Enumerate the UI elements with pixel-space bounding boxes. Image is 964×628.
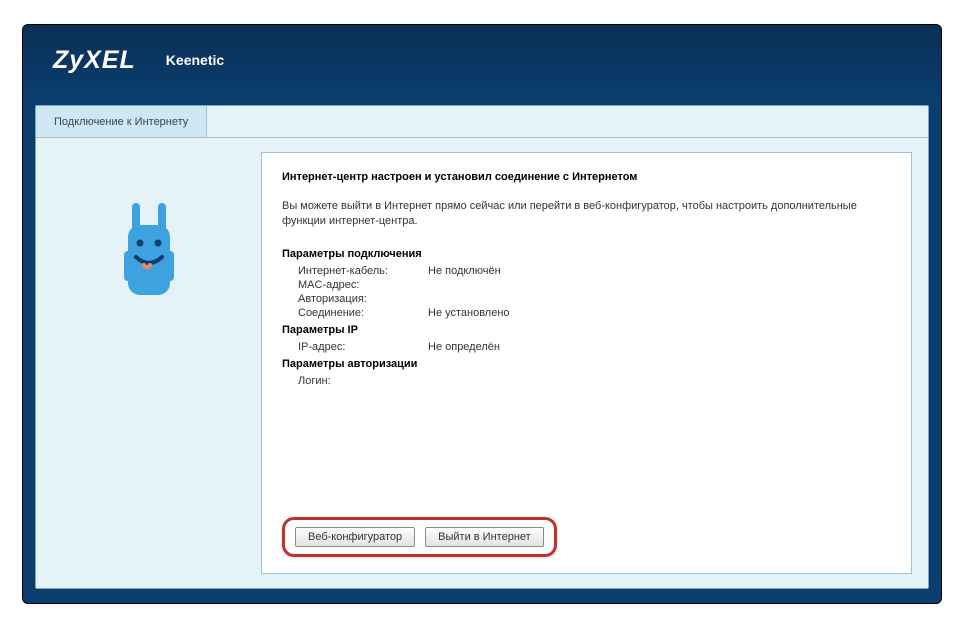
- param-mac-label: MAC-адрес:: [298, 279, 428, 291]
- param-ip: IP-адрес: Не определён: [282, 340, 891, 354]
- header-bar: ZyXEL Keenetic: [23, 25, 941, 95]
- go-internet-button[interactable]: Выйти в Интернет: [425, 527, 544, 547]
- section-connection-title: Параметры подключения: [282, 248, 891, 260]
- tab-internet-connection[interactable]: Подключение к Интернету: [36, 106, 207, 137]
- web-configurator-button[interactable]: Веб-конфигуратор: [295, 527, 415, 547]
- main-row: Интернет-центр настроен и установил соед…: [36, 138, 928, 588]
- tab-row: Подключение к Интернету: [36, 106, 928, 138]
- param-cable-value: Не подключён: [428, 265, 891, 277]
- tab-label: Подключение к Интернету: [54, 116, 188, 128]
- button-row: Веб-конфигуратор Выйти в Интернет: [282, 503, 891, 557]
- main-panel: Подключение к Интернету: [35, 105, 929, 589]
- page-title: Интернет-центр настроен и установил соед…: [282, 171, 891, 183]
- content-panel: Интернет-центр настроен и установил соед…: [261, 152, 912, 574]
- param-link-value: Не установлено: [428, 307, 891, 319]
- param-login-value: [428, 375, 891, 387]
- sidebar: [36, 138, 261, 588]
- brand-logo: ZyXEL: [53, 46, 136, 75]
- section-authp-title: Параметры авторизации: [282, 358, 891, 370]
- param-auth-value: [428, 293, 891, 305]
- product-name: Keenetic: [166, 52, 224, 68]
- param-mac-value: [428, 279, 891, 291]
- intro-text: Вы можете выйти в Интернет прямо сейчас …: [282, 199, 891, 230]
- param-login: Логин:: [282, 374, 891, 388]
- section-ip-title: Параметры IP: [282, 324, 891, 336]
- mascot-icon: [114, 203, 184, 303]
- param-login-label: Логин:: [298, 375, 428, 387]
- param-auth: Авторизация:: [282, 292, 891, 306]
- button-highlight: Веб-конфигуратор Выйти в Интернет: [282, 517, 557, 557]
- param-ip-label: IP-адрес:: [298, 341, 428, 353]
- app-window: ZyXEL Keenetic Подключение к Интернету: [22, 24, 942, 604]
- param-auth-label: Авторизация:: [298, 293, 428, 305]
- param-link-label: Соединение:: [298, 307, 428, 319]
- param-link: Соединение: Не установлено: [282, 306, 891, 320]
- param-cable-label: Интернет-кабель:: [298, 265, 428, 277]
- param-cable: Интернет-кабель: Не подключён: [282, 264, 891, 278]
- param-ip-value: Не определён: [428, 341, 891, 353]
- param-mac: MAC-адрес:: [282, 278, 891, 292]
- panel-container: Подключение к Интернету: [23, 95, 941, 603]
